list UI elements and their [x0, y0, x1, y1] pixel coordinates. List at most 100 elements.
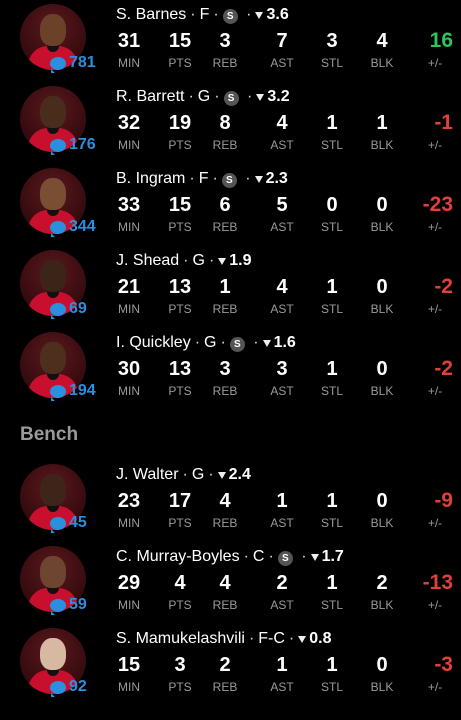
stat-plus-minus: -23 +/-: [403, 194, 453, 235]
player-name[interactable]: R. Barrett: [116, 88, 184, 106]
player-name[interactable]: S. Mamukelashvili: [116, 630, 245, 648]
stat-label: REB: [212, 302, 238, 316]
separator-dot: ·: [245, 170, 251, 187]
stat-value: 15: [168, 30, 192, 52]
stat-value: 33: [117, 194, 141, 216]
stat-value: 15: [168, 194, 192, 216]
stat-stl: 1 STL: [316, 276, 348, 316]
stat-label: +/-: [427, 56, 443, 70]
starter-badge-wrap: S ·: [221, 170, 255, 188]
stat-pts: 15 PTS: [163, 30, 197, 70]
player-name[interactable]: C. Murray-Boyles: [116, 548, 240, 566]
stat-value: -3: [434, 653, 453, 676]
separator-dot: ·: [246, 6, 252, 23]
separator-dot: ·: [190, 6, 196, 23]
separator-dot: ·: [220, 334, 226, 351]
player-row[interactable]: 176 R. Barrett · G · S · 3.2 32 MIN 19 PTS…: [0, 82, 461, 164]
player-rating: 1.9: [229, 252, 252, 269]
stat-reb: 3 REB: [209, 358, 241, 398]
stat-value: 3: [326, 30, 338, 52]
stat-ast: 1 AST: [266, 490, 298, 530]
rating-triangle-icon: [310, 553, 319, 561]
stat-value: 8: [219, 112, 231, 134]
rating-triangle-icon: [218, 257, 227, 265]
separator-dot: ·: [301, 548, 307, 565]
player-position: G: [197, 88, 211, 105]
stat-stl: 0 STL: [316, 194, 348, 234]
stat-label: BLK: [370, 302, 394, 316]
stat-label: STL: [320, 516, 343, 530]
stat-value: 1: [276, 490, 288, 512]
stat-value: -13: [422, 571, 453, 594]
starter-badge: S: [229, 337, 245, 352]
stat-plus-minus: -2 +/-: [403, 276, 453, 317]
player-position: F: [199, 6, 210, 23]
player-info-line: C. Murray-Boyles · C · S · 1.7: [116, 548, 344, 566]
stat-stl: 1 STL: [316, 112, 348, 152]
player-row[interactable]: 69 J. Shead · G · 1.9 21 MIN 13 PTS 1 REB 4…: [0, 246, 461, 328]
rating-triangle-icon: [217, 471, 226, 479]
stat-line: 29 MIN 4 PTS 4 REB 2 AST 1 STL 2 BLK -13 +/-: [0, 572, 461, 622]
stat-label: REB: [212, 138, 238, 152]
player-name[interactable]: J. Shead: [116, 252, 179, 270]
stat-value: 3: [174, 654, 186, 676]
player-name[interactable]: B. Ingram: [116, 170, 185, 188]
stat-value: -1: [434, 111, 453, 134]
stat-blk: 0 BLK: [366, 276, 398, 316]
stat-value: 2: [376, 572, 388, 594]
stat-value: 2: [276, 572, 288, 594]
player-row[interactable]: 59 C. Murray-Boyles · C · S · 1.7 29 MIN …: [0, 542, 461, 624]
stat-label: PTS: [168, 302, 192, 316]
stat-pts: 3 PTS: [163, 654, 197, 694]
stat-ast: 5 AST: [266, 194, 298, 234]
player-rating: 0.8: [309, 630, 332, 647]
starter-badge-wrap: S ·: [222, 6, 256, 24]
player-position: G: [191, 466, 205, 483]
stat-value: 0: [376, 490, 388, 512]
stat-value: 3: [219, 30, 231, 52]
stat-label: MIN: [118, 302, 140, 316]
stat-blk: 0 BLK: [366, 358, 398, 398]
separator-dot: ·: [189, 170, 195, 187]
player-position: F-C: [258, 630, 285, 647]
stat-label: STL: [320, 680, 343, 694]
stat-line: 21 MIN 13 PTS 1 REB 4 AST 1 STL 0 BLK -2 +/-: [0, 276, 461, 326]
stat-label: BLK: [370, 598, 394, 612]
stat-label: +/-: [427, 220, 443, 234]
rating-triangle-icon: [256, 93, 265, 101]
stat-label: STL: [320, 56, 343, 70]
player-name[interactable]: S. Barnes: [116, 6, 186, 24]
stat-value: 15: [117, 654, 141, 676]
player-position: F: [198, 170, 209, 187]
stat-reb: 4 REB: [209, 572, 241, 612]
stat-ast: 1 AST: [266, 654, 298, 694]
stat-value: 31: [117, 30, 141, 52]
player-rating: 1.7: [321, 548, 344, 565]
stat-value: 23: [117, 490, 141, 512]
player-name[interactable]: J. Walter: [116, 466, 179, 484]
player-row[interactable]: 92 S. Mamukelashvili · F-C · 0.8 15 MIN 3…: [0, 624, 461, 706]
stat-value: 0: [376, 654, 388, 676]
stat-reb: 6 REB: [209, 194, 241, 234]
stat-label: PTS: [168, 220, 192, 234]
stat-reb: 4 REB: [209, 490, 241, 530]
stat-label: STL: [320, 138, 343, 152]
stat-line: 30 MIN 13 PTS 3 REB 3 AST 1 STL 0 BLK -2 +/-: [0, 358, 461, 408]
player-row[interactable]: 781 S. Barnes · F · S · 3.6 31 MIN 15 PTS …: [0, 0, 461, 82]
stat-label: AST: [270, 302, 294, 316]
player-rating: 1.6: [273, 334, 296, 351]
stat-blk: 1 BLK: [366, 112, 398, 152]
player-row[interactable]: 45 J. Walter · G · 2.4 23 MIN 17 PTS 4 REB …: [0, 460, 461, 542]
player-row[interactable]: 344 B. Ingram · F · S · 2.3 33 MIN 15 PTS …: [0, 164, 461, 246]
stat-plus-minus: 16 +/-: [403, 30, 453, 71]
starters-section: 7 8 1 S. Barnes · F · S · 3.6 31 MIN 15 PTS …: [0, 0, 461, 410]
stat-label: +/-: [427, 680, 443, 694]
stat-label: REB: [212, 598, 238, 612]
stat-value: 1: [326, 654, 338, 676]
player-name[interactable]: I. Quickley: [116, 334, 191, 352]
stat-value: -9: [434, 489, 453, 512]
player-row[interactable]: 194 I. Quickley · G · S · 1.6 30 MIN 13 PT…: [0, 328, 461, 410]
stat-ast: 3 AST: [266, 358, 298, 398]
stat-min: 30 MIN: [113, 358, 145, 398]
stat-value: 1: [376, 112, 388, 134]
